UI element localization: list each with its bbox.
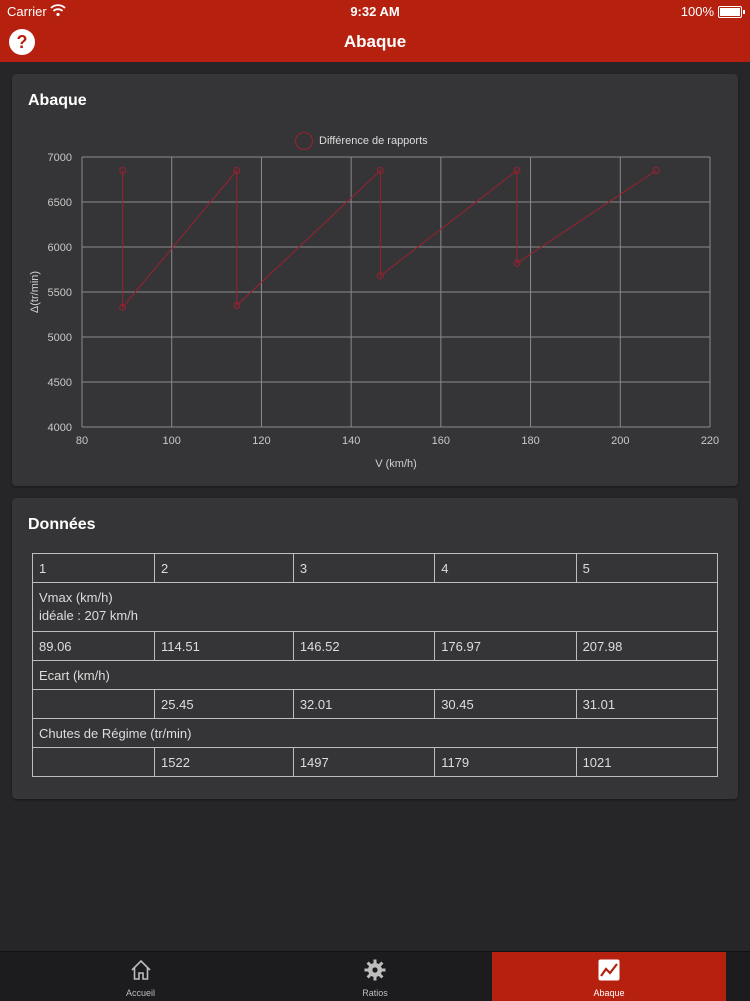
tab-accueil[interactable]: Accueil bbox=[0, 952, 281, 1001]
nav-bar: ? Abaque bbox=[0, 22, 750, 62]
tab-abaque[interactable]: Abaque bbox=[492, 952, 726, 1001]
chutes-cell: 1179 bbox=[434, 747, 577, 777]
y-tick-label: 4500 bbox=[48, 377, 72, 389]
table-row: 1 2 3 4 5 bbox=[31, 553, 719, 583]
vmax-section-label: Vmax (km/h) idéale : 207 km/h bbox=[32, 582, 718, 632]
ecart-cell: 25.45 bbox=[154, 689, 294, 719]
vmax-cell: 89.06 bbox=[31, 631, 156, 661]
table-row: 89.06 114.51 146.52 176.97 207.98 bbox=[31, 631, 719, 661]
vmax-cell: 176.97 bbox=[434, 631, 577, 661]
y-tick-label: 5000 bbox=[48, 332, 72, 344]
vmax-cell: 146.52 bbox=[292, 631, 436, 661]
x-tick-label: 180 bbox=[521, 435, 539, 447]
table-header-cell: 4 bbox=[434, 553, 577, 583]
x-tick-label: 220 bbox=[701, 435, 719, 447]
tab-abaque-label: Abaque bbox=[593, 988, 625, 998]
table-header-cell: 1 bbox=[31, 553, 156, 583]
vmax-cell: 207.98 bbox=[575, 631, 719, 661]
x-tick-label: 80 bbox=[76, 435, 88, 447]
ecart-cell: 32.01 bbox=[292, 689, 436, 719]
chutes-cell: 1021 bbox=[575, 747, 719, 777]
x-tick-label: 120 bbox=[252, 435, 270, 447]
donnees-table: 1 2 3 4 5 Vmax (km/h) idéale : 207 km/h … bbox=[31, 553, 719, 777]
x-axis-label: V (km/h) bbox=[375, 458, 417, 470]
y-tick-label: 7000 bbox=[48, 152, 72, 164]
table-row: Chutes de Régime (tr/min) bbox=[32, 718, 718, 748]
y-tick-label: 6000 bbox=[48, 242, 72, 254]
x-tick-label: 200 bbox=[611, 435, 629, 447]
chart-icon bbox=[597, 958, 621, 982]
table-header-cell: 3 bbox=[292, 553, 436, 583]
x-tick-label: 140 bbox=[342, 435, 360, 447]
status-time: 9:32 AM bbox=[350, 4, 400, 19]
abaque-chart: 80 100 120 140 160 180 200 220 4000 4500 5000 5500 6… bbox=[29, 152, 719, 470]
y-tick-label: 5500 bbox=[48, 287, 72, 299]
table-row: 1522 1497 1179 1021 bbox=[31, 747, 719, 777]
y-tick-label: 4000 bbox=[48, 422, 72, 434]
ecart-cell bbox=[31, 689, 156, 719]
donnees-card-title: Données bbox=[28, 516, 96, 533]
battery-percent: 100% bbox=[680, 4, 714, 19]
ecart-cell: 31.01 bbox=[575, 689, 719, 719]
abaque-card: Abaque Différence de rapports 80 100 120 14… bbox=[12, 74, 738, 486]
vmax-ideal-label: idéale : 207 km/h bbox=[39, 608, 139, 623]
table-row: Ecart (km/h) bbox=[32, 660, 718, 690]
table-header-cell: 5 bbox=[575, 553, 719, 583]
status-bar: Carrier 9:32 AM 100% bbox=[0, 0, 750, 22]
tab-bar: Accueil Ratios Abaque bbox=[0, 951, 750, 1001]
table-header-cell: 2 bbox=[154, 553, 294, 583]
y-axis-label: Δ(tr/min) bbox=[29, 271, 41, 313]
x-tick-label: 160 bbox=[432, 435, 450, 447]
table-row: Vmax (km/h) idéale : 207 km/h bbox=[32, 582, 718, 632]
chutes-cell: 1497 bbox=[292, 747, 436, 777]
y-tick-label: 6500 bbox=[48, 197, 72, 209]
vmax-cell: 114.51 bbox=[154, 631, 294, 661]
vmax-label: Vmax (km/h) bbox=[39, 590, 113, 605]
battery-icon bbox=[718, 6, 745, 18]
tab-ratios[interactable]: Ratios bbox=[281, 952, 469, 1001]
ecart-label: Ecart (km/h) bbox=[32, 660, 718, 690]
x-tick-label: 100 bbox=[163, 435, 181, 447]
home-icon bbox=[129, 958, 153, 982]
series-line bbox=[122, 169, 657, 309]
tab-accueil-label: Accueil bbox=[125, 988, 155, 998]
chutes-label: Chutes de Régime (tr/min) bbox=[32, 718, 718, 748]
table-row: 25.45 32.01 30.45 31.01 bbox=[31, 689, 719, 719]
donnees-card: Données 1 2 3 4 5 Vmax (km/h) idéale : 2… bbox=[12, 498, 738, 799]
gear-icon bbox=[363, 958, 387, 982]
chutes-cell: 1522 bbox=[154, 747, 294, 777]
tab-ratios-label: Ratios bbox=[362, 988, 388, 998]
chutes-cell bbox=[31, 747, 156, 777]
page-title: Abaque bbox=[343, 32, 407, 51]
ecart-cell: 30.45 bbox=[434, 689, 577, 719]
